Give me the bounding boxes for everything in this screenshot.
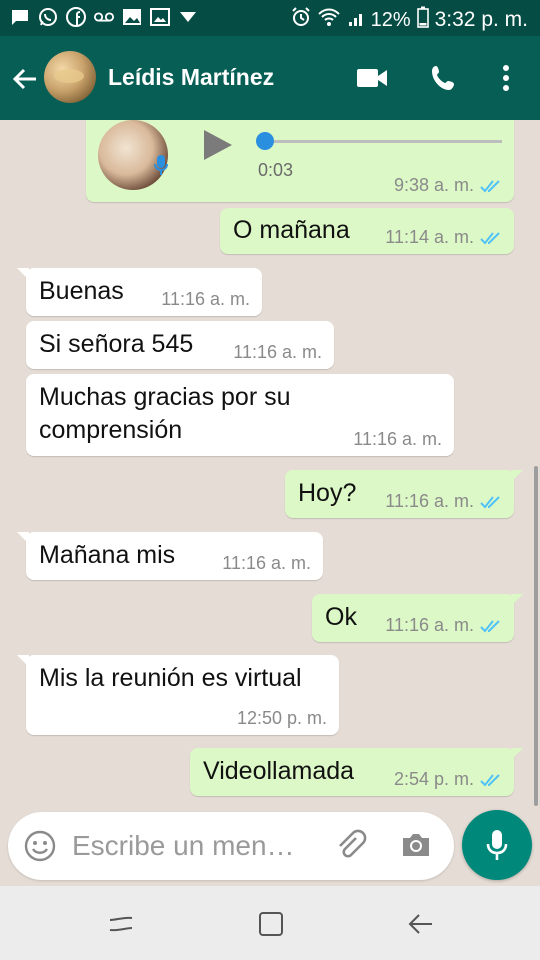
message-input[interactable]: Escribe un men…: [72, 830, 295, 862]
message-time: 11:16 a. m.: [233, 342, 322, 362]
message-text-line: Muchas gracias por su: [39, 383, 291, 411]
message-bubble-incoming[interactable]: Muchas gracias por su comprensión 11:16 …: [26, 374, 454, 456]
message-bubble-incoming[interactable]: Mis la reunión es virtual 12:50 p. m.: [17, 655, 339, 735]
video-call-icon[interactable]: [352, 58, 392, 98]
message-bubble-incoming[interactable]: Mañana mis 11:16 a. m.: [17, 532, 323, 580]
message-time: 11:16 a. m.: [161, 289, 250, 309]
attach-icon[interactable]: [334, 829, 368, 868]
message-composer[interactable]: Escribe un men…: [8, 812, 454, 880]
back-icon[interactable]: [10, 64, 40, 94]
message-meta: 11:16 a. m.: [385, 491, 502, 512]
chat-icon: [10, 8, 30, 26]
read-ticks-icon: [480, 773, 500, 786]
message-text: Mañana mis: [39, 541, 176, 569]
message-meta: 9:38 a. m.: [394, 175, 502, 196]
message-bubble-incoming[interactable]: Si señora 545 11:16 a. m.: [26, 321, 334, 369]
signal-icon: [347, 7, 365, 33]
message-time: 11:16 a. m.: [353, 429, 442, 449]
message-meta: 2:54 p. m.: [394, 769, 502, 790]
message-meta: 11:16 a. m.: [385, 615, 502, 636]
message-bubble-outgoing[interactable]: Videollamada 2:54 p. m.: [190, 748, 523, 796]
system-nav-bar: [0, 886, 540, 960]
clock: 3:32 p. m.: [434, 8, 528, 31]
message-time: 11:14 a. m.: [385, 227, 474, 247]
play-icon[interactable]: [204, 130, 232, 160]
message-meta: 11:14 a. m.: [385, 227, 502, 248]
image-icon: [150, 8, 170, 26]
message-time: 11:16 a. m.: [385, 615, 474, 635]
mic-icon: [486, 830, 508, 860]
message-meta: 11:16 a. m.: [233, 342, 322, 363]
contact-avatar[interactable]: [44, 51, 96, 103]
battery-icon: [416, 6, 429, 34]
emoji-icon[interactable]: [24, 830, 56, 867]
mic-icon: [154, 154, 168, 183]
read-ticks-icon: [480, 231, 500, 244]
message-text: Si señora 545: [39, 330, 194, 358]
message-meta: 11:16 a. m.: [161, 289, 250, 310]
message-meta: 12:50 p. m.: [237, 708, 327, 729]
recent-apps-icon[interactable]: [106, 910, 136, 938]
message-text: Mis la reunión es virtual: [39, 664, 302, 692]
message-text: Buenas: [39, 277, 124, 305]
voice-record-button[interactable]: [462, 810, 532, 880]
facebook-icon: [66, 7, 86, 27]
contact-name[interactable]: Leídis Martínez: [108, 64, 274, 91]
more-icon[interactable]: [486, 58, 526, 98]
chat-header: Leídis Martínez: [0, 36, 540, 120]
gallery-icon: [122, 8, 142, 26]
message-time: 11:16 a. m.: [222, 553, 311, 573]
message-list[interactable]: 0:03 9:38 a. m. O mañana 11:14 a. m. Bue…: [0, 120, 540, 810]
message-text: Videollamada: [203, 757, 355, 785]
message-text: Muchas gracias por su comprensión: [39, 381, 291, 447]
message-text: Ok: [325, 603, 357, 631]
read-ticks-icon: [480, 495, 500, 508]
voice-progress-knob[interactable]: [256, 132, 274, 150]
voice-duration: 0:03: [258, 160, 294, 180]
message-bubble-outgoing[interactable]: O mañana 11:14 a. m.: [220, 208, 514, 254]
phone-icon[interactable]: [424, 58, 464, 98]
message-bubble-outgoing[interactable]: Hoy? 11:16 a. m.: [285, 470, 523, 518]
message-time: 9:38 a. m.: [393, 175, 474, 195]
chat-scrollbar[interactable]: [534, 466, 538, 806]
message-bubble-outgoing[interactable]: Ok 11:16 a. m.: [312, 594, 523, 642]
voicemail-icon: [94, 8, 114, 26]
notification-icons: [10, 7, 198, 27]
message-meta: 11:16 a. m.: [353, 429, 442, 450]
message-time: 12:50 p. m.: [236, 708, 327, 728]
back-nav-icon[interactable]: [406, 910, 436, 938]
dropdown-icon: [178, 8, 198, 26]
message-text: Hoy?: [298, 479, 357, 507]
read-ticks-icon: [480, 179, 500, 192]
voice-progress-track[interactable]: [266, 140, 502, 143]
message-text: O mañana: [233, 216, 350, 244]
message-time: 11:16 a. m.: [385, 491, 474, 511]
voice-message[interactable]: 0:03 9:38 a. m.: [86, 120, 514, 202]
home-icon[interactable]: [256, 910, 286, 938]
message-text-line: comprensión: [39, 416, 183, 444]
camera-icon[interactable]: [400, 831, 432, 864]
alarm-icon: [291, 7, 311, 33]
status-bar: 12% 3:32 p. m.: [0, 0, 540, 36]
battery-level: 12%: [370, 8, 411, 31]
message-meta: 11:16 a. m.: [222, 553, 311, 574]
message-bubble-incoming[interactable]: Buenas 11:16 a. m.: [17, 268, 262, 316]
read-ticks-icon: [480, 619, 500, 632]
status-right: 12% 3:32 p. m.: [291, 6, 528, 34]
whatsapp-icon: [38, 8, 58, 26]
wifi-icon: [317, 7, 341, 33]
message-time: 2:54 p. m.: [393, 769, 474, 789]
